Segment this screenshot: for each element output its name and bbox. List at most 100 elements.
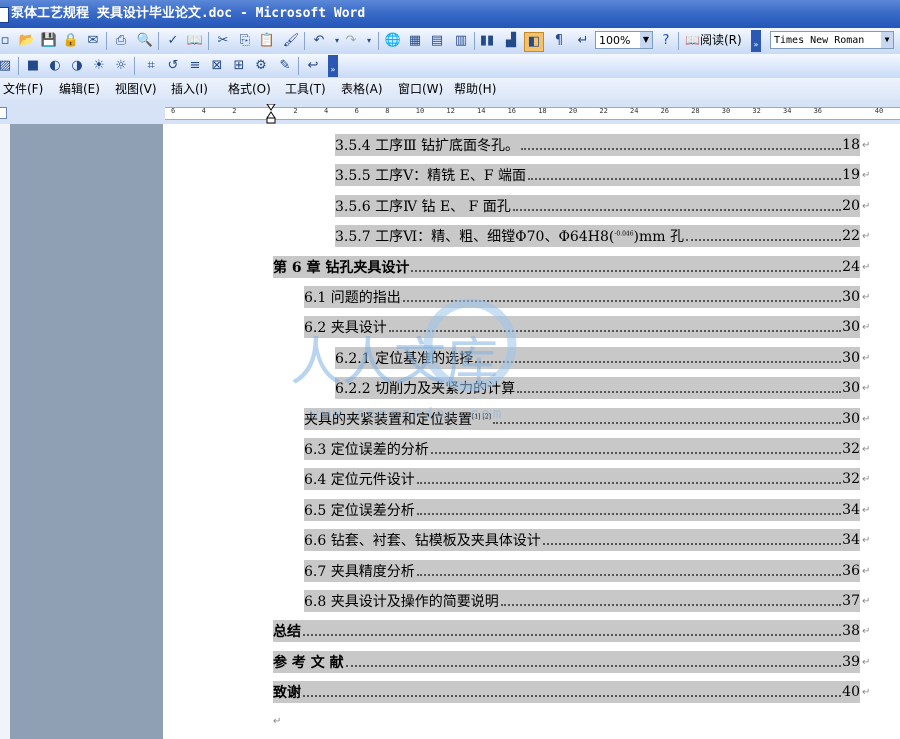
toc-entry[interactable]: 6.7 夹具精度分析 36 (304, 559, 860, 582)
columns-icon[interactable]: ▮▮ (478, 32, 496, 50)
toc-entry-title: 3.5.5 工序Ⅴ：精铣 E、F 端面 (335, 168, 527, 185)
paste-icon[interactable]: 📋 (258, 32, 276, 50)
toc-entry-title: 6.2.1 定位基准的选择 (335, 350, 474, 367)
redo-dropdown-icon[interactable]: ▾ (360, 32, 378, 50)
ruler-number: 20 (568, 107, 578, 115)
copy-icon[interactable]: ⎘ (236, 32, 254, 50)
tables-borders-icon[interactable]: ▦ (406, 32, 424, 50)
toc-leader-dots (521, 148, 842, 150)
rotate-icon[interactable]: ↺ (164, 57, 182, 75)
redo-icon[interactable]: ↷ (342, 32, 360, 50)
text-wrapping-icon[interactable]: ⊞ (230, 57, 248, 75)
show-formatting-icon[interactable]: ↵ (574, 32, 592, 50)
set-transparent-icon[interactable]: ✎ (276, 57, 294, 75)
email-icon[interactable]: ✉ (84, 32, 102, 50)
toc-entry[interactable]: 总结 38 (273, 620, 860, 643)
toc-entry[interactable]: 第 6 章 钻孔夹具设计 24 (273, 255, 860, 278)
toc-entry[interactable]: 参 考 文 献 39 (273, 650, 860, 673)
insert-excel-icon[interactable]: ▥ (452, 32, 470, 50)
crop-icon[interactable]: ⌗ (142, 57, 160, 75)
menu-edit[interactable]: 编辑(E) (59, 78, 100, 100)
toc-entry[interactable]: 6.5 定位误差分析 34 (304, 498, 860, 521)
toc-entry[interactable]: 6.6 钻套、衬套、钻模板及夹具体设计 34 (304, 529, 860, 552)
less-brightness-icon[interactable]: ☼ (112, 57, 130, 75)
toc-entry[interactable]: 夹具的夹紧装置和定位装置[1] [2] 30 (304, 407, 860, 430)
menu-help[interactable]: 帮助(H) (454, 78, 496, 100)
ruler-number: 28 (691, 107, 700, 115)
chevron-down-icon[interactable]: ▼ (640, 32, 652, 48)
zoom-select[interactable]: 100% ▼ (595, 31, 653, 49)
menu-format[interactable]: 格式(O) (228, 78, 271, 100)
menu-window[interactable]: 窗口(W) (398, 78, 443, 100)
save-icon[interactable]: 💾 (40, 32, 58, 50)
toc-entry[interactable]: 6.3 定位误差的分析 32 (304, 438, 860, 460)
font-select[interactable]: Times New Roman ▼ (770, 31, 894, 49)
toc-entry-citation: [1] [2] (472, 412, 491, 420)
toc-leader-dots (492, 421, 842, 424)
toc-page-number: 39 (842, 653, 860, 670)
more-brightness-icon[interactable]: ☀ (90, 57, 108, 75)
ruler-number: 4 (324, 107, 329, 115)
new-document-icon[interactable]: ▫ (0, 32, 14, 50)
toc-entry[interactable]: 6.2 夹具设计 30 (304, 316, 860, 339)
toc-leader-dots (411, 269, 842, 272)
help-icon[interactable]: ? (657, 32, 675, 50)
compress-icon[interactable]: ⊠ (208, 57, 226, 75)
toc-entry[interactable]: 6.4 定位元件设计 32 (304, 468, 860, 491)
reset-picture-icon[interactable]: ↩ (304, 57, 322, 75)
ruler-number: 8 (385, 107, 390, 115)
toc-entry[interactable]: 3.5.4 工序Ⅲ 钻扩底面冬孔。 18 (335, 134, 860, 156)
cut-icon[interactable]: ✂ (214, 32, 232, 50)
font-name: Times New Roman (774, 35, 865, 46)
toc-entry[interactable]: 3.5.6 工序Ⅳ 钻 E、 F 面孔 20 (335, 194, 860, 217)
drawing-toolbar: ▨ ■ ◐ ◑ ☀ ☼ ⌗ ↺ ≡ ⊠ ⊞ ⚙ ✎ ↩ » (0, 54, 900, 79)
research-icon[interactable]: 📖 (186, 32, 204, 50)
document-map-icon[interactable]: ◧ (524, 32, 544, 52)
chevron-down-icon[interactable]: ▼ (881, 32, 893, 48)
toc-leader-dots (303, 634, 842, 637)
menu-file[interactable]: 文件(F) (3, 78, 43, 100)
toc-entry-formula: -0.046 (614, 230, 634, 238)
spelling-icon[interactable]: ✓ (164, 32, 182, 50)
paragraph-mark-icon: ↵ (862, 352, 871, 364)
permission-icon[interactable]: 🔒 (62, 32, 80, 50)
menu-table[interactable]: 表格(A) (341, 78, 383, 100)
undo-icon[interactable]: ↶ (310, 32, 328, 50)
menu-view[interactable]: 视图(V) (115, 78, 157, 100)
hyperlink-icon[interactable]: 🌐 (384, 32, 402, 50)
tab-selector[interactable] (0, 107, 7, 119)
document-page[interactable]: 3.5.4 工序Ⅲ 钻扩底面冬孔。 18 ↵ 3.5.5 工序Ⅴ：精铣 E、F 端面 1… (163, 124, 900, 739)
insert-table-icon[interactable]: ▤ (428, 32, 446, 50)
toc-page-number: 30 (842, 349, 860, 366)
toolbar-options-icon[interactable]: » (328, 55, 338, 77)
more-contrast-icon[interactable]: ◐ (46, 57, 64, 75)
toc-entry[interactable]: 3.5.5 工序Ⅴ：精铣 E、F 端面 19 (335, 164, 860, 187)
toc-entry[interactable]: 6.2.2 切削力及夹紧力的计算 30 (335, 377, 860, 400)
toc-entry[interactable]: 6.8 夹具设计及操作的简要说明 37 (304, 590, 860, 612)
line-style-icon[interactable]: ≡ (186, 57, 204, 75)
toolbar-options-icon[interactable]: » (751, 30, 761, 52)
drawing-icon[interactable]: ▟ (502, 32, 520, 50)
menu-insert[interactable]: 插入(I) (171, 78, 208, 100)
indent-marker[interactable] (266, 104, 276, 124)
toc-entry[interactable]: 6.2.1 定位基准的选择 30 (335, 346, 860, 369)
color-icon[interactable]: ■ (24, 57, 42, 75)
menu-tools[interactable]: 工具(T) (285, 78, 326, 100)
picture-icon[interactable]: ▨ (0, 57, 14, 75)
read-button[interactable]: 📖阅读(R) (685, 31, 742, 49)
toc-leader-dots (686, 239, 842, 242)
format-painter-icon[interactable]: 🖌 (282, 32, 300, 50)
toc-entry-title: 总结 (273, 624, 301, 641)
toc-entry[interactable]: 致谢 40 (273, 681, 860, 704)
show-hide-icon[interactable]: ¶ (550, 32, 568, 50)
format-picture-icon[interactable]: ⚙ (252, 57, 270, 75)
paragraph-mark-icon: ↵ (862, 200, 871, 212)
toc-entry-title: 夹具的夹紧装置和定位装置[1] [2] (304, 411, 491, 428)
less-contrast-icon[interactable]: ◑ (68, 57, 86, 75)
print-icon[interactable]: ⎙ (112, 32, 130, 50)
print-preview-icon[interactable]: 🔍 (136, 32, 154, 50)
toc-entry[interactable]: 6.1 问题的指出 30 (304, 286, 860, 308)
open-folder-icon[interactable]: 📂 (18, 32, 36, 50)
toc-entry[interactable]: 3.5.7 工序Ⅵ：精、粗、细镗Φ70、Φ64H8(-0.046)mm 孔 22 (335, 225, 860, 248)
toc-leader-dots (528, 178, 842, 181)
